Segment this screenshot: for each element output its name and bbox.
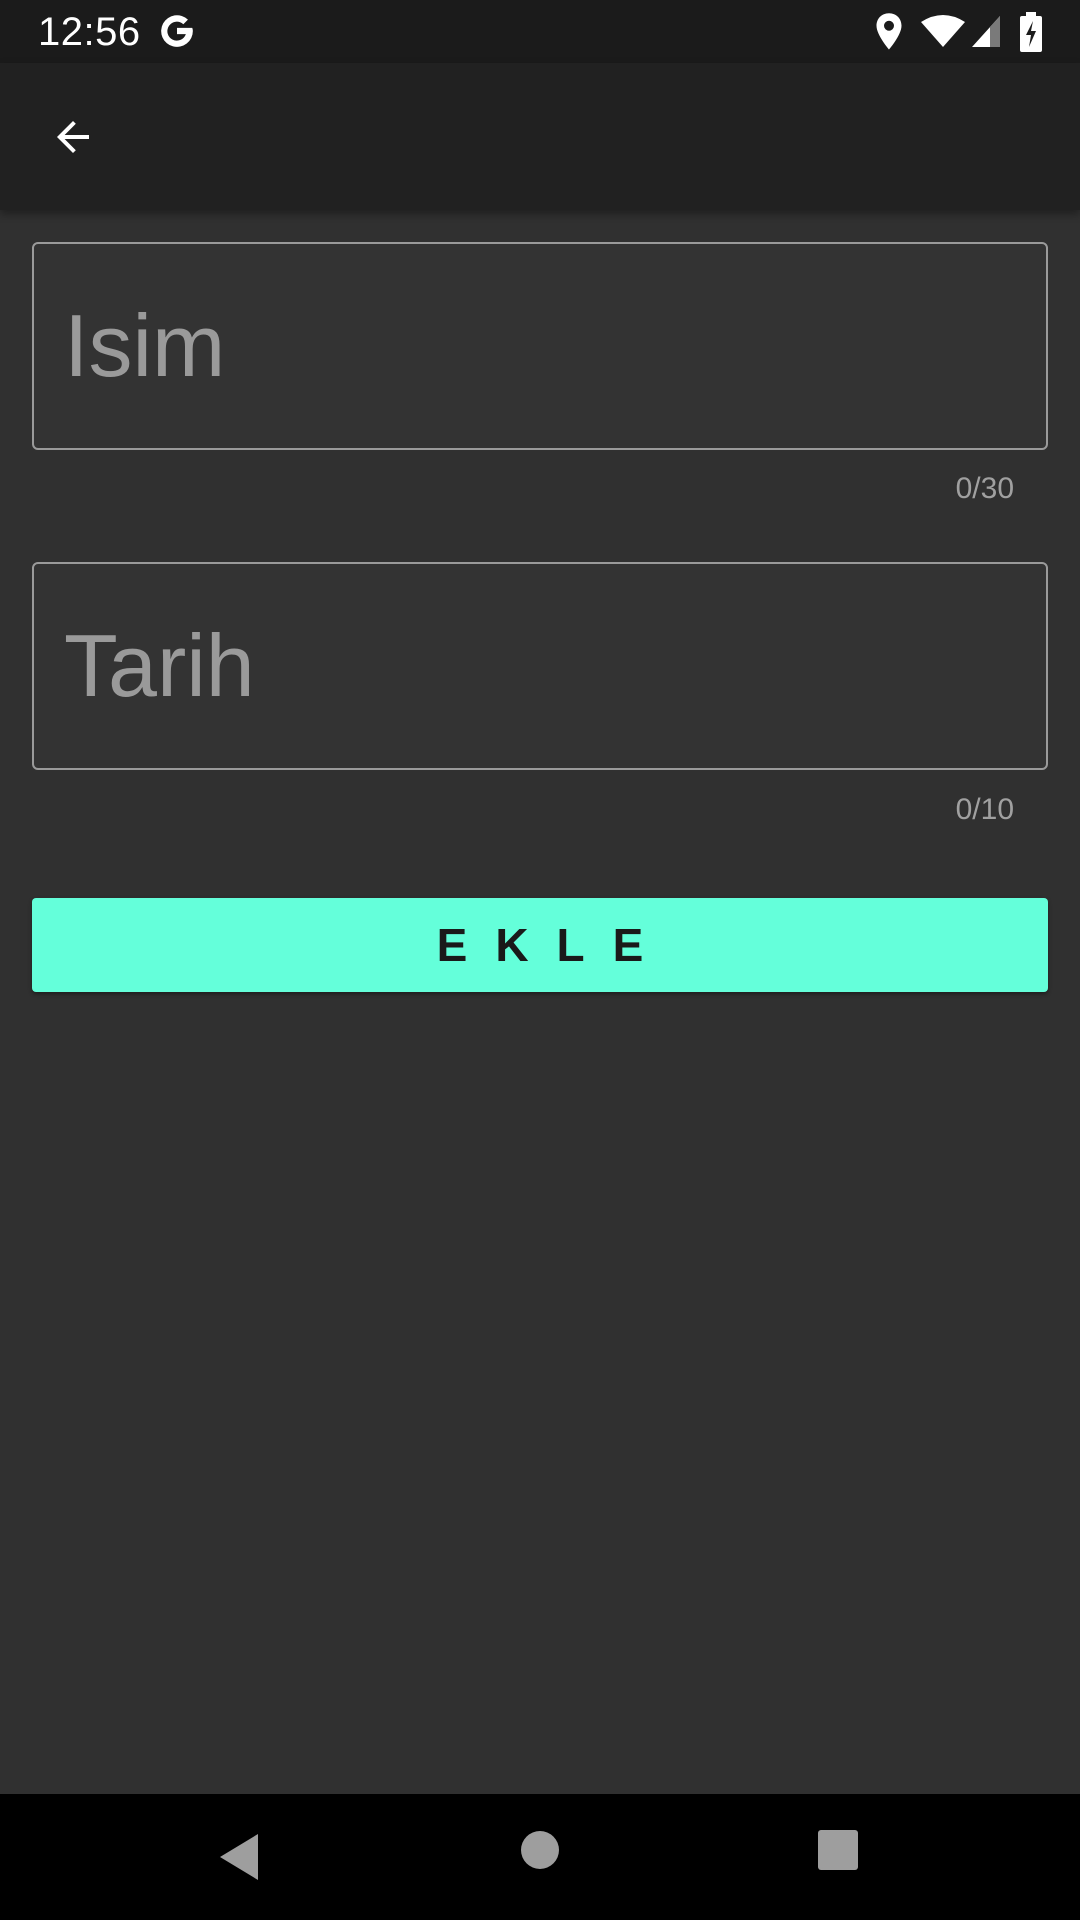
app-bar (0, 63, 1080, 210)
name-input[interactable] (34, 244, 1046, 448)
status-time: 12:56 (38, 10, 141, 54)
nav-home-icon[interactable] (520, 1830, 560, 1870)
navigation-bar (0, 1794, 1080, 1920)
name-char-counter: 0/30 (955, 472, 1014, 505)
date-field[interactable] (32, 562, 1048, 770)
name-field[interactable] (32, 242, 1048, 450)
wifi-icon (921, 15, 965, 47)
cell-signal-icon (972, 16, 1000, 47)
back-button[interactable] (32, 101, 114, 173)
nav-back-icon[interactable] (216, 1832, 264, 1882)
status-bar: 12:56 (0, 0, 1080, 63)
arrow-back-icon (57, 121, 89, 153)
google-g-icon (161, 15, 193, 47)
date-char-counter: 0/10 (955, 793, 1014, 826)
date-input[interactable] (34, 564, 1046, 768)
location-icon (876, 13, 902, 50)
add-button[interactable]: EKLE (32, 898, 1048, 992)
battery-charging-icon (1020, 12, 1042, 52)
nav-recents-icon[interactable] (818, 1830, 858, 1870)
